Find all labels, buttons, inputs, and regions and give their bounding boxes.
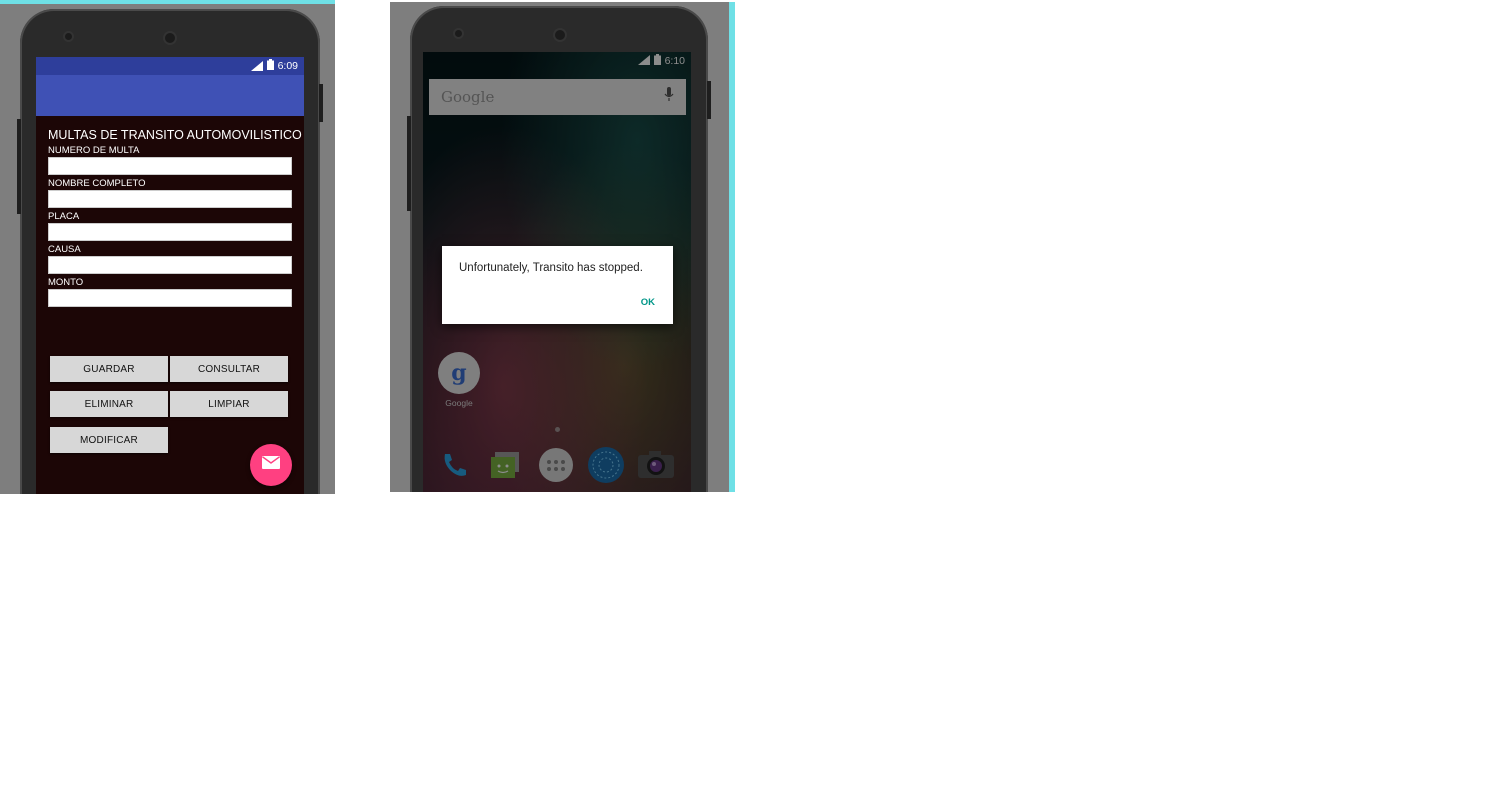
dialog-message: Unfortunately, Transito has stopped. (459, 262, 643, 274)
field-label-causa: CAUSA (48, 244, 81, 255)
volume-button[interactable] (407, 116, 411, 211)
power-button[interactable] (319, 84, 323, 122)
dialog-ok-button[interactable]: OK (641, 297, 655, 308)
app-toolbar (36, 75, 304, 116)
field-label-nombre: NOMBRE COMPLETO (48, 178, 146, 189)
signal-icon (250, 61, 263, 71)
monto-input[interactable] (48, 289, 292, 307)
battery-icon (266, 59, 274, 73)
front-camera-icon (555, 30, 565, 40)
causa-input[interactable] (48, 256, 292, 274)
power-button[interactable] (707, 81, 711, 119)
screenshot-crash-dialog: 6:10 Google g Google Unfortunately, Tran… (390, 2, 735, 492)
modificar-button[interactable]: MODIFICAR (50, 427, 168, 453)
front-camera-icon (165, 33, 175, 43)
volume-button[interactable] (17, 119, 21, 214)
sensor-icon (455, 30, 462, 37)
fine-form: MULTAS DE TRANSITO AUTOMOVILISTICO NUMER… (36, 116, 304, 307)
consultar-button[interactable]: CONSULTAR (170, 356, 288, 382)
screenshot-app-form: 6:09 MULTAS DE TRANSITO AUTOMOVILISTICO … (0, 0, 335, 494)
app-screen: 6:09 MULTAS DE TRANSITO AUTOMOVILISTICO … (36, 57, 304, 494)
home-screen: 6:10 Google g Google Unfortunately, Tran… (423, 52, 691, 492)
form-title: MULTAS DE TRANSITO AUTOMOVILISTICO (48, 128, 302, 142)
field-label-placa: PLACA (48, 211, 80, 222)
crash-dialog: Unfortunately, Transito has stopped. OK (442, 246, 673, 324)
phone-frame: 6:09 MULTAS DE TRANSITO AUTOMOVILISTICO … (17, 9, 323, 494)
sensor-icon (65, 33, 72, 40)
limpiar-button[interactable]: LIMPIAR (170, 391, 288, 417)
eliminar-button[interactable]: ELIMINAR (50, 391, 168, 417)
email-fab-button[interactable] (250, 444, 292, 486)
numero-multa-input[interactable] (48, 157, 292, 175)
status-time: 6:09 (277, 60, 298, 72)
phone-frame: 6:10 Google g Google Unfortunately, Tran… (407, 6, 711, 492)
nombre-completo-input[interactable] (48, 190, 292, 208)
field-label-monto: MONTO (48, 277, 84, 288)
placa-input[interactable] (48, 223, 292, 241)
field-label-numero: NUMERO DE MULTA (48, 145, 140, 156)
envelope-icon (262, 456, 280, 474)
guardar-button[interactable]: GUARDAR (50, 356, 168, 382)
status-bar: 6:09 (36, 57, 304, 75)
